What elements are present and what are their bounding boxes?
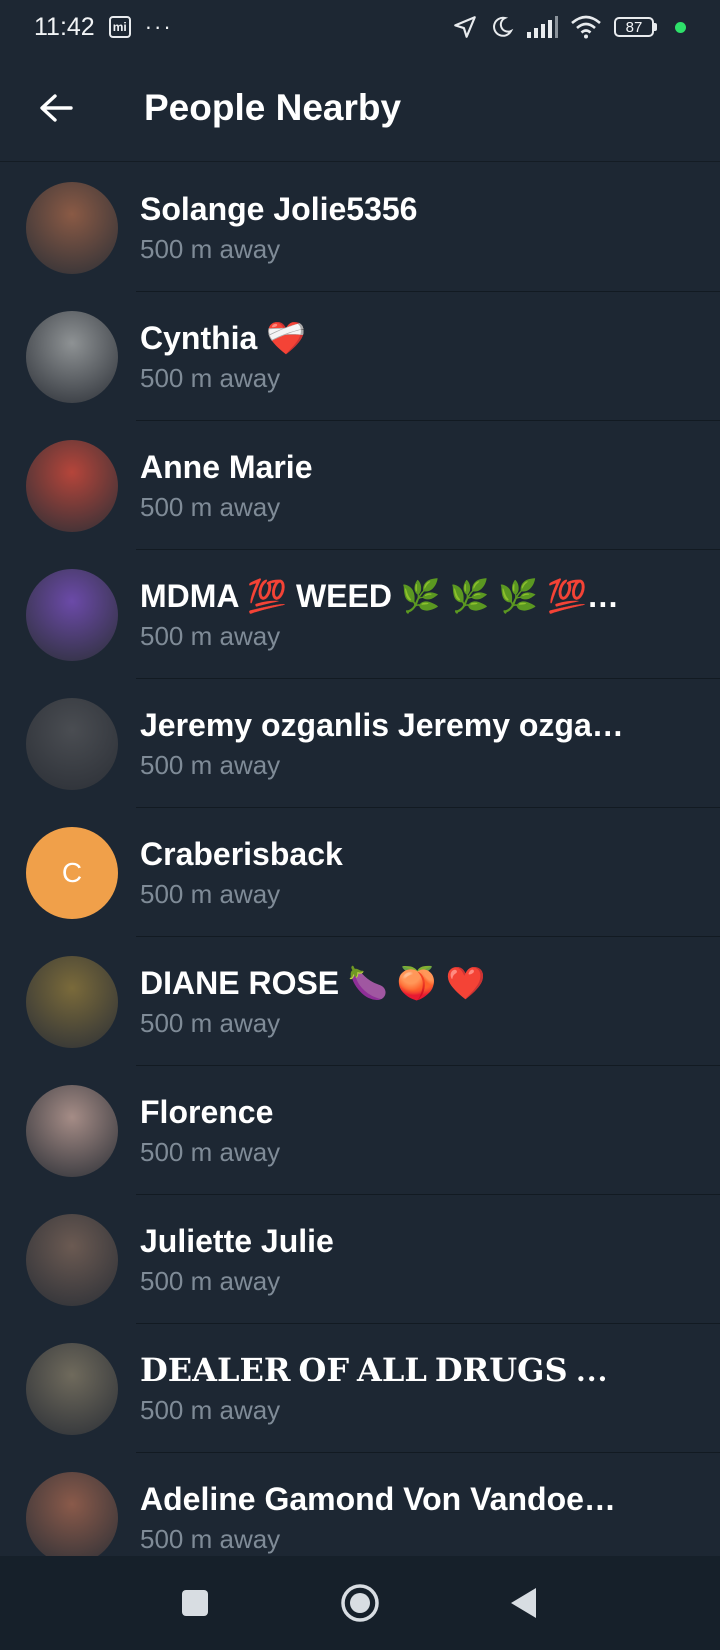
people-nearby-list: Solange Jolie5356 500 m away Cynthia ❤️‍🩹 5…: [0, 163, 720, 1582]
avatar: [26, 1472, 118, 1564]
status-bar-left: 11:42 mi ···: [34, 13, 173, 42]
avatar: [26, 569, 118, 661]
avatar: [26, 440, 118, 532]
app-bar: People Nearby: [0, 54, 720, 162]
circle-home-icon: [341, 1584, 379, 1622]
status-time: 11:42: [34, 12, 95, 41]
privacy-indicator-dot: [675, 21, 686, 33]
arrow-left-icon: [40, 93, 73, 122]
avatar: [26, 1343, 118, 1435]
list-item[interactable]: Solange Jolie5356 500 m away: [0, 163, 720, 292]
person-text: Adeline Gamond Von Vandoeu… 500 m away: [140, 1479, 630, 1555]
home-button[interactable]: [315, 1556, 405, 1650]
avatar: C: [26, 827, 118, 919]
person-text: Juliette Julie 500 m away: [140, 1221, 630, 1297]
avatar: [26, 1214, 118, 1306]
person-name: Jeremy ozganlis Jeremy ozga…: [140, 707, 624, 743]
person-name: Solange Jolie5356: [140, 191, 418, 227]
person-text: Florence 500 m away: [140, 1092, 630, 1168]
back-nav-button[interactable]: [478, 1556, 568, 1650]
calendar-icon: mi: [108, 16, 131, 38]
person-distance: 500 m away: [140, 1008, 281, 1038]
avatar: [26, 956, 118, 1048]
person-text: 𝐃𝐄𝐀𝐋𝐄𝐑 𝐎𝐅 𝐀𝐋𝐋 𝐃𝐑𝐔𝐆𝐒 ❄️… 500 m away: [140, 1350, 630, 1426]
square-recents-icon: [182, 1590, 208, 1616]
wifi-icon: [571, 15, 601, 39]
person-text: Jeremy ozganlis Jeremy ozga… 500 m away: [140, 705, 630, 781]
person-text: Cynthia ❤️‍🩹 500 m away: [140, 318, 630, 394]
person-distance: 500 m away: [140, 1524, 281, 1554]
avatar: [26, 182, 118, 274]
signal-icon: [527, 16, 558, 38]
person-distance: 500 m away: [140, 621, 281, 651]
page-title: People Nearby: [144, 86, 402, 128]
person-text: Craberisback 500 m away: [140, 834, 630, 910]
person-distance: 500 m away: [140, 363, 281, 393]
person-name: Adeline Gamond Von Vandoeu…: [140, 1481, 630, 1517]
person-name: Juliette Julie: [140, 1223, 334, 1259]
person-name: MDMA 💯 WEED 🌿 🌿 🌿 💯…: [140, 578, 619, 614]
list-item[interactable]: Florence 500 m away: [0, 1066, 720, 1195]
person-name: Cynthia ❤️‍🩹: [140, 320, 307, 356]
system-nav-bar: [0, 1556, 720, 1650]
person-distance: 500 m away: [140, 1266, 281, 1296]
list-item[interactable]: Juliette Julie 500 m away: [0, 1195, 720, 1324]
person-distance: 500 m away: [140, 492, 281, 522]
list-item[interactable]: DIANE ROSE 🍆 🍑 ❤️ 500 m away: [0, 937, 720, 1066]
person-name: Florence: [140, 1094, 274, 1130]
avatar: [26, 1085, 118, 1177]
location-arrow-icon: [454, 16, 476, 38]
person-name: 𝐃𝐄𝐀𝐋𝐄𝐑 𝐎𝐅 𝐀𝐋𝐋 𝐃𝐑𝐔𝐆𝐒 ❄️…: [140, 1352, 630, 1388]
list-item[interactable]: MDMA 💯 WEED 🌿 🌿 🌿 💯… 500 m away: [0, 550, 720, 679]
back-button[interactable]: [26, 78, 86, 138]
person-distance: 500 m away: [140, 234, 281, 264]
triangle-back-icon: [511, 1588, 536, 1618]
list-item[interactable]: Anne Marie 500 m away: [0, 421, 720, 550]
more-notifications-icon: ···: [144, 14, 173, 39]
avatar: [26, 698, 118, 790]
person-text: Solange Jolie5356 500 m away: [140, 189, 630, 265]
person-distance: 500 m away: [140, 1137, 281, 1167]
list-item[interactable]: C Craberisback 500 m away: [0, 808, 720, 937]
list-item[interactable]: 𝐃𝐄𝐀𝐋𝐄𝐑 𝐎𝐅 𝐀𝐋𝐋 𝐃𝐑𝐔𝐆𝐒 ❄️… 500 m away: [0, 1324, 720, 1453]
person-distance: 500 m away: [140, 1395, 281, 1425]
avatar: [26, 311, 118, 403]
person-text: Anne Marie 500 m away: [140, 447, 630, 523]
battery-icon: 87: [614, 17, 657, 37]
person-distance: 500 m away: [140, 879, 281, 909]
status-bar-right: 87: [452, 14, 686, 40]
person-text: DIANE ROSE 🍆 🍑 ❤️ 500 m away: [140, 963, 630, 1039]
list-item[interactable]: Cynthia ❤️‍🩹 500 m away: [0, 292, 720, 421]
battery-level: 87: [614, 17, 654, 37]
recents-button[interactable]: [150, 1556, 240, 1650]
list-item[interactable]: Jeremy ozganlis Jeremy ozga… 500 m away: [0, 679, 720, 808]
moon-icon: [493, 16, 514, 37]
person-text: MDMA 💯 WEED 🌿 🌿 🌿 💯… 500 m away: [140, 576, 630, 652]
avatar-initial: C: [61, 857, 83, 888]
person-name: Anne Marie: [140, 449, 313, 485]
person-distance: 500 m away: [140, 750, 281, 780]
person-name: Craberisback: [140, 836, 343, 872]
person-name: DIANE ROSE 🍆 🍑 ❤️: [140, 965, 486, 1001]
status-bar: 11:42 mi ··· 87: [0, 0, 720, 54]
